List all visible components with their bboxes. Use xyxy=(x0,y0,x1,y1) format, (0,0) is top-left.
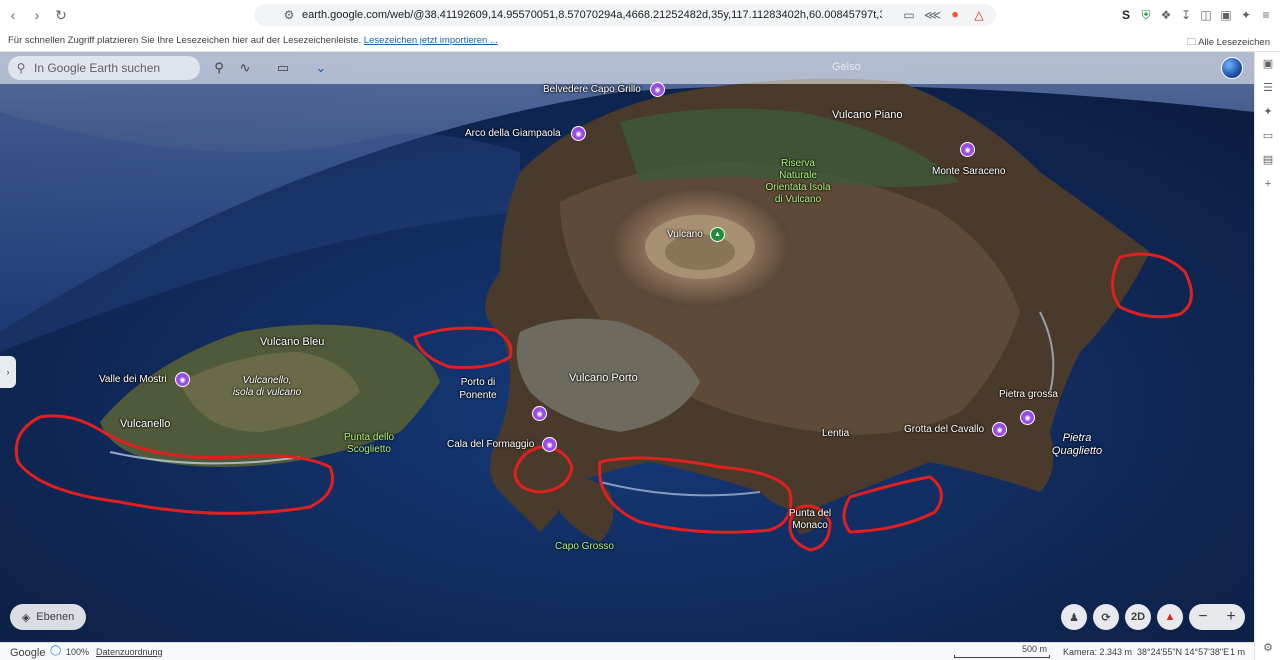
mountain-poi-icon[interactable]: ▲ xyxy=(710,227,725,242)
bookmarks-bar: Für schnellen Zugriff platzieren Sie Ihr… xyxy=(0,30,1280,52)
label-monte-saraceno[interactable]: Monte Saraceno xyxy=(932,166,1005,177)
layers-icon: ◈ xyxy=(21,611,31,624)
view-2d-button[interactable]: 2D xyxy=(1125,604,1151,630)
path-icon[interactable]: ∿ xyxy=(236,60,254,76)
camera-poi-icon[interactable]: ◉ xyxy=(175,372,190,387)
leo-icon[interactable]: ✦ xyxy=(1260,104,1276,120)
camera-poi-icon[interactable]: ◉ xyxy=(542,437,557,452)
label-punta-monaco[interactable]: Punta del Monaco xyxy=(788,508,832,532)
download-icon[interactable]: ↧ xyxy=(1178,7,1194,23)
search-icon[interactable]: ⚲ xyxy=(8,61,34,75)
app-window: ‹ › ↻ ◻ ⚙ earth.google.com/web/@38.41192… xyxy=(0,0,1280,660)
zoom-in-button[interactable]: + xyxy=(1226,608,1235,626)
bookmarks-message-text: Für schnellen Zugriff platzieren Sie Ihr… xyxy=(8,35,362,46)
ai-assistant-icon[interactable]: ✦ xyxy=(1238,7,1254,23)
label-capo-grosso[interactable]: Capo Grosso xyxy=(555,541,614,552)
google-logo: Google xyxy=(10,647,46,659)
satellite-map[interactable] xyxy=(0,52,1254,642)
compass-icon[interactable]: ▲ xyxy=(1157,604,1183,630)
scale-bar xyxy=(954,655,1050,658)
placemark-icon[interactable]: ⚲ xyxy=(210,60,228,76)
attribution-link[interactable]: Datenzuordnung xyxy=(96,647,163,657)
zoom-control: − + xyxy=(1189,604,1245,630)
browser-side-panel: ▣ ☰ ✦ ▭ ▤ + ⚙ xyxy=(1254,52,1280,660)
label-belvedere[interactable]: Belvedere Capo Grillo xyxy=(543,84,641,95)
place-title: Gelso xyxy=(832,61,861,73)
address-bar[interactable]: ⚙ earth.google.com/web/@38.41192609,14.9… xyxy=(254,4,996,26)
url-text: earth.google.com/web/@38.41192609,14.955… xyxy=(302,9,882,21)
label-cala-formaggio[interactable]: Cala del Formaggio xyxy=(447,439,534,450)
history-icon[interactable]: ▭ xyxy=(1260,128,1276,144)
layers-label: Ebenen xyxy=(36,611,75,623)
cast-icon[interactable]: ▭ xyxy=(902,8,916,22)
label-pietra-grossa[interactable]: Pietra grossa xyxy=(999,389,1058,400)
label-arco[interactable]: Arco della Giampaola xyxy=(465,128,561,139)
chevron-down-icon[interactable]: ⌄ xyxy=(312,60,330,76)
label-porto-ponente[interactable]: Porto di Ponente xyxy=(456,376,500,402)
brave-rewards-icon[interactable]: △ xyxy=(972,8,986,22)
bookmarks-message: Für schnellen Zugriff platzieren Sie Ihr… xyxy=(8,35,498,46)
pegman-icon[interactable]: ♟ xyxy=(1061,604,1087,630)
extension-s-icon[interactable]: S xyxy=(1118,7,1134,23)
loading-ring-icon: ◯ xyxy=(50,645,62,656)
extension-shield-icon[interactable]: ⛨ xyxy=(1138,7,1154,23)
label-vulcanello[interactable]: Vulcanello xyxy=(120,418,170,430)
zoom-out-button[interactable]: − xyxy=(1198,608,1207,626)
search-input[interactable]: ⚲ In Google Earth suchen xyxy=(8,56,200,80)
camera-poi-icon[interactable]: ◉ xyxy=(1020,410,1035,425)
panel-expand-handle[interactable]: › xyxy=(0,356,16,388)
brave-shield-icon[interactable]: ⚫ xyxy=(948,8,962,22)
reading-list-icon[interactable]: ▣ xyxy=(1260,56,1276,72)
add-panel-icon[interactable]: + xyxy=(1260,176,1276,192)
share-icon[interactable]: ⋘ xyxy=(924,8,941,22)
extensions-puzzle-icon[interactable]: ❖ xyxy=(1158,7,1174,23)
earth-viewport[interactable]: ⚲ In Google Earth suchen ⚲ ∿ ▭ ⌄ Gelso B… xyxy=(0,52,1254,642)
label-valle-mostri[interactable]: Valle dei Mostri xyxy=(99,374,167,385)
zoom-level: 100% xyxy=(66,647,90,657)
camera-poi-icon[interactable]: ◉ xyxy=(992,422,1007,437)
label-vulcano-porto[interactable]: Vulcano Porto xyxy=(569,372,638,384)
wallet-icon[interactable]: ▣ xyxy=(1218,7,1234,23)
all-bookmarks-label: Alle Lesezeichen xyxy=(1198,37,1270,48)
browser-toolbar: ‹ › ↻ ◻ ⚙ earth.google.com/web/@38.41192… xyxy=(0,0,1280,30)
settings-gear-icon[interactable]: ⚙ xyxy=(1260,640,1276,656)
forward-icon[interactable]: › xyxy=(26,4,48,26)
label-vulcano[interactable]: Vulcano xyxy=(667,229,703,240)
elevation: 1 m xyxy=(1230,647,1246,657)
label-vulcano-piano[interactable]: Vulcano Piano xyxy=(832,109,903,121)
camera-poi-icon[interactable]: ◉ xyxy=(571,126,586,141)
camera-poi-icon[interactable]: ◉ xyxy=(532,406,547,421)
import-bookmarks-link[interactable]: Lesezeichen jetzt importieren ... xyxy=(364,35,498,46)
measure-icon[interactable]: ▭ xyxy=(274,60,292,76)
back-icon[interactable]: ‹ xyxy=(2,4,24,26)
label-pietra-quaglietto[interactable]: Pietra Quaglietto xyxy=(1048,432,1106,458)
label-grotta-cavallo[interactable]: Grotta del Cavallo xyxy=(904,424,984,435)
coordinates: 38°24'55"N 14°57'38"E xyxy=(1137,647,1230,657)
rotate-icon[interactable]: ⟳ xyxy=(1093,604,1119,630)
search-placeholder: In Google Earth suchen xyxy=(34,61,161,75)
scale-label: 500 m xyxy=(1022,644,1048,654)
label-riserva[interactable]: Riserva Naturale Orientata Isola di Vulc… xyxy=(762,158,834,206)
site-info-icon[interactable]: ⚙ xyxy=(282,8,296,22)
earth-header: ⚲ In Google Earth suchen ⚲ ∿ ▭ ⌄ Gelso xyxy=(0,52,1254,84)
label-vulcanello-isola[interactable]: Vulcanello, isola di vulcano xyxy=(232,375,302,399)
globe-icon[interactable] xyxy=(1221,57,1243,79)
label-vulcano-bleu[interactable]: Vulcano Bleu xyxy=(260,336,324,348)
layers-button[interactable]: ◈ Ebenen xyxy=(10,604,86,630)
camera-altitude: Kamera: 2.343 m xyxy=(1063,647,1133,657)
label-lentia[interactable]: Lentia xyxy=(822,428,849,439)
earth-status-bar: Google ◯ 100% Datenzuordnung 500 m Kamer… xyxy=(0,642,1254,660)
bookmarks-panel-icon[interactable]: ☰ xyxy=(1260,80,1276,96)
label-punta-scoglietto[interactable]: Punta dello Scoglietto xyxy=(340,432,398,456)
menu-icon[interactable]: ≡ xyxy=(1258,7,1274,23)
camera-poi-icon[interactable]: ◉ xyxy=(650,82,665,97)
reload-icon[interactable]: ↻ xyxy=(50,4,72,26)
camera-poi-icon[interactable]: ◉ xyxy=(960,142,975,157)
notes-icon[interactable]: ▤ xyxy=(1260,152,1276,168)
all-bookmarks-button[interactable]: 🗀 Alle Lesezeichen xyxy=(1187,35,1270,51)
sidebar-toggle-icon[interactable]: ◫ xyxy=(1198,7,1214,23)
